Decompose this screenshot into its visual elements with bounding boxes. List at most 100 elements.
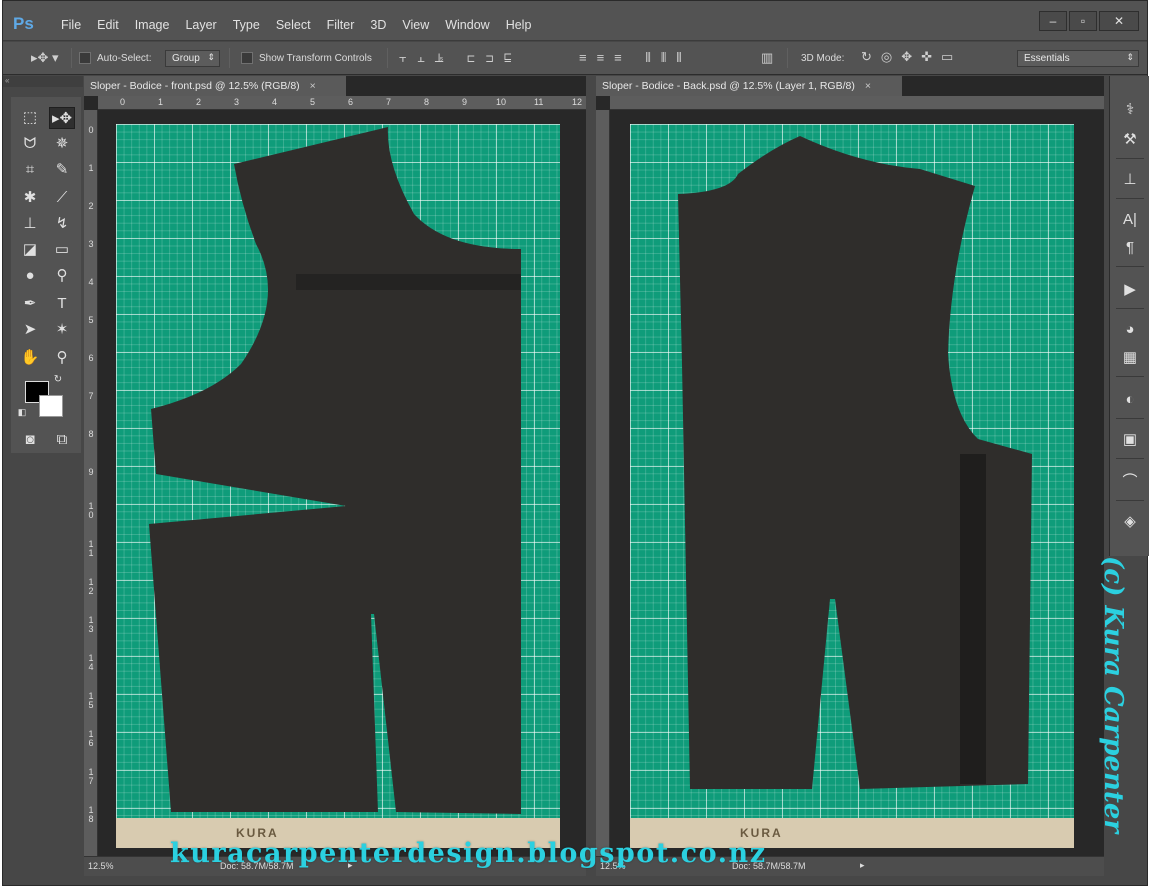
ruler-tick: 9 [88,467,94,477]
magic-wand-tool-icon[interactable]: ✵ [49,133,75,155]
menu-window[interactable]: Window [437,18,497,32]
swap-colors-icon[interactable]: ↻ [51,373,65,387]
eraser-tool-icon[interactable]: ◪ [17,239,43,261]
document-window-front: Sloper - Bodice - front.psd @ 12.5% (RGB… [84,76,586,876]
menu-select[interactable]: Select [268,18,319,32]
zoom-tool-icon[interactable]: ⚲ [49,347,75,369]
3d-mode-icons[interactable]: ↻◎✥✜▭ [861,49,962,65]
auto-select-checkbox[interactable] [79,52,91,64]
canvas-front-bodice[interactable]: KURA [116,124,560,848]
ruler-tick: 2 [88,201,94,211]
ruler-tick: 1 4 [88,653,94,672]
auto-select-dropdown[interactable]: Group ⇕ [165,50,220,67]
dodge-tool-icon[interactable]: ⚲ [49,265,75,287]
healing-brush-tool-icon[interactable]: ✱ [17,187,43,209]
close-tab-icon[interactable]: × [865,80,871,92]
custom-shape-tool-icon[interactable]: ✶ [49,319,75,341]
ruler-tick: 1 [158,97,164,107]
screen-mode-icon[interactable]: ⧉ [49,429,75,451]
lasso-tool-icon[interactable]: ᗢ [17,133,43,155]
type-tool-icon[interactable]: T [49,293,75,315]
quick-mask-icon[interactable]: ◙ [17,429,43,451]
show-transform-checkbox[interactable] [241,52,253,64]
options-bar: ▸✥ ▾ Auto-Select: Group ⇕ Show Transform… [3,42,1147,75]
ruler-tick: 1 1 [88,539,94,558]
divider [1116,418,1144,419]
document-tab-title: Sloper - Bodice - front.psd @ 12.5% (RGB… [90,80,300,92]
brush-panel-icon[interactable]: ⚒ [1120,130,1140,150]
menu-edit[interactable]: Edit [89,18,127,32]
zoom-level[interactable]: 12.5% [88,861,114,871]
show-transform-label: Show Transform Controls [259,53,372,64]
menu-3d[interactable]: 3D [362,18,394,32]
close-tab-icon[interactable]: × [310,80,316,92]
menu-list: File Edit Image Layer Type Select Filter… [53,18,539,32]
menu-help[interactable]: Help [498,18,540,32]
layers-panel-icon[interactable]: ◈ [1120,512,1140,532]
ruler-tick: 3 [88,239,94,249]
adjustments-panel-icon[interactable]: ◐ [1120,390,1140,410]
pen-tool-icon[interactable]: ✒ [17,293,43,315]
crop-tool-icon[interactable]: ⌗ [17,159,43,181]
eyedropper-tool-icon[interactable]: ✎ [49,159,75,181]
swatches-panel-icon[interactable]: ▦ [1120,348,1140,368]
auto-align-icon[interactable]: ▥ [761,50,773,66]
document-tab-front[interactable]: Sloper - Bodice - front.psd @ 12.5% (RGB… [84,76,346,96]
menu-type[interactable]: Type [225,18,268,32]
interfacing-strip [296,274,521,290]
ruler-tick: 2 [196,97,202,107]
gradient-tool-icon[interactable]: ▭ [49,239,75,261]
dropdown-arrows-icon: ⇕ [207,52,215,62]
align-icons[interactable]: ⫟⫠⫡ ⊏⊐⊑ [399,50,522,66]
divider [1116,266,1144,267]
minimize-button[interactable]: – [1039,11,1067,31]
menu-filter[interactable]: Filter [319,18,363,32]
menu-layer[interactable]: Layer [177,18,224,32]
default-colors-icon[interactable]: ◧ [15,405,29,419]
move-tool-icon[interactable]: ▸✥ [49,107,75,129]
photoshop-logo: Ps [13,14,34,33]
clone-stamp-tool-icon[interactable]: ⊥ [17,213,43,235]
ruler-tick: 1 2 [88,577,94,596]
document-window-back: Sloper - Bodice - Back.psd @ 12.5% (Laye… [596,76,1104,876]
brush-presets-icon[interactable]: ⚕ [1120,100,1140,120]
divider [1116,500,1144,501]
menu-bar: Ps File Edit Image Layer Type Select Fil… [3,1,1147,41]
divider [387,48,388,68]
ruler-tick: 9 [462,97,468,107]
maximize-button[interactable]: ▫ [1069,11,1097,31]
status-arrow-icon[interactable]: ▸ [860,860,865,871]
menu-file[interactable]: File [53,18,89,32]
move-tool-preset-icon[interactable]: ▸✥ ▾ [31,50,59,66]
canvas-back-bodice[interactable]: KURA [630,124,1074,848]
history-brush-tool-icon[interactable]: ↯ [49,213,75,235]
hand-tool-icon[interactable]: ✋ [17,347,43,369]
actions-panel-icon[interactable]: ▶ [1120,280,1140,300]
clone-source-icon[interactable]: ⊥ [1120,170,1140,190]
workspace-dropdown[interactable]: Essentials ⇕ [1017,50,1139,67]
copyright-watermark: (c) Kura Carpenter [1094,556,1128,833]
blur-tool-icon[interactable]: ● [17,265,43,287]
color-panel-icon[interactable]: ◕ [1120,320,1140,340]
paragraph-panel-icon[interactable]: ¶ [1120,238,1140,258]
background-color-swatch[interactable] [39,395,63,417]
close-button[interactable]: ✕ [1099,11,1139,31]
ruler-tick: 10 [496,97,507,107]
tools-panel-header[interactable]: « [3,76,83,87]
ruler-tick: 1 7 [88,767,94,786]
path-selection-tool-icon[interactable]: ➤ [17,319,43,341]
menu-view[interactable]: View [394,18,437,32]
brush-tool-icon[interactable]: ⟋ [49,187,75,209]
ruler-tick: 1 [88,163,94,173]
ruler-tick: 7 [386,97,392,107]
ruler-tick: 11 [534,97,544,107]
distribute-icons[interactable]: ≡≡≡ ⫴⫴⫴ [579,50,692,66]
properties-panel-icon[interactable]: ▣ [1120,430,1140,450]
document-tab-back[interactable]: Sloper - Bodice - Back.psd @ 12.5% (Laye… [596,76,902,96]
menu-image[interactable]: Image [127,18,178,32]
character-panel-icon[interactable]: A| [1120,210,1140,230]
paths-panel-icon[interactable]: ⌒ [1120,472,1140,492]
marquee-tool-icon[interactable]: ⬚ [17,107,43,129]
front-bodice-piece [149,127,521,844]
auto-select-value: Group [172,53,200,64]
